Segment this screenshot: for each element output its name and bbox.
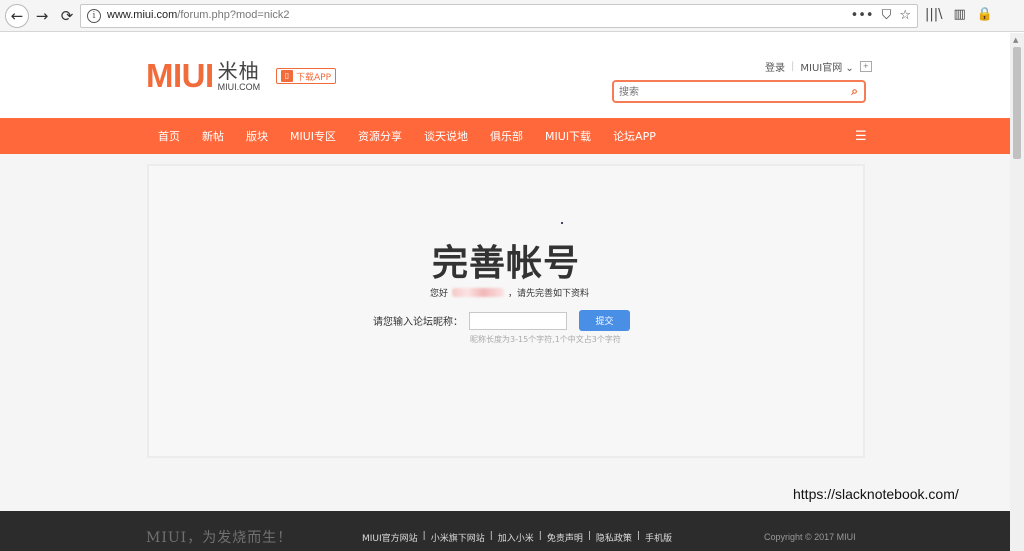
nav-item[interactable]: MIUI专区 (290, 128, 336, 144)
search-box: ⌕ (612, 80, 866, 103)
language-switch-icon[interactable]: + (859, 61, 872, 72)
nav-item[interactable]: 资源分享 (358, 128, 402, 144)
greeting-suffix: ，请先完善如下资料 (508, 289, 590, 299)
nickname-hint: 昵称长度为3-15个字符,1个中文占3个字符 (470, 335, 621, 344)
page-title: 完善帐号 (431, 243, 580, 284)
download-app-label: 下载APP (296, 72, 332, 83)
main-nav: 首页 新帖 版块 MIUI专区 资源分享 谈天说地 俱乐部 MIUI下载 论坛APP ☰ (0, 118, 1010, 154)
extension-lock-icon[interactable]: 🔒 (977, 7, 993, 22)
footer-link[interactable]: MIUI官方网站 (362, 531, 418, 544)
pocket-icon[interactable]: ⛉ (882, 8, 892, 23)
top-links: 登录 | MIUI官网 ⌄ + (765, 59, 872, 74)
info-icon[interactable]: i (87, 9, 101, 23)
search-input[interactable] (619, 84, 834, 100)
submit-button[interactable]: 提交 (579, 310, 630, 331)
nav-item[interactable]: 俱乐部 (490, 128, 523, 144)
vertical-scrollbar[interactable]: ▲ (1010, 33, 1024, 551)
scroll-thumb[interactable] (1013, 47, 1021, 159)
forward-button[interactable]: → (30, 4, 54, 28)
page-actions-icon[interactable]: ••• (851, 8, 874, 23)
address-bar[interactable]: i www.miui.com/forum.php?mod=nick2 ••• ⛉… (80, 4, 918, 28)
official-site-link[interactable]: MIUI官网 ⌄ (800, 59, 853, 74)
nickname-form: 请您输入论坛昵称： 提交 (373, 310, 630, 331)
copyright-text: Copyright © 2017 MIUI (764, 532, 856, 542)
login-link[interactable]: 登录 (765, 59, 785, 74)
footer-link[interactable]: 小米旗下网站 (431, 531, 485, 544)
greeting-prefix: 您好 (430, 289, 449, 299)
nav-item[interactable]: 新帖 (202, 128, 224, 144)
complete-account-card: 完善帐号 您好 ，请先完善如下资料 请您输入论坛昵称： 提交 昵称长度为3-15… (147, 164, 865, 458)
back-button[interactable]: ← (5, 4, 29, 28)
url-path: /forum.php?mod=nick2 (177, 9, 290, 21)
library-icon[interactable]: |||\ (925, 7, 943, 22)
footer-link[interactable]: 加入小米 (498, 531, 534, 544)
watermark-text: https://slacknotebook.com/ (793, 486, 959, 502)
footer-separator: | (489, 531, 493, 541)
page: MIUI 米柚 MIUI.COM ▯ 下载APP 登录 | MIUI官网 ⌄ +… (0, 33, 1010, 551)
footer: MIUI，为发烧而生！ MIUI官方网站 | 小米旗下网站 | 加入小米 | 免责声明 | 隐私… (0, 511, 1010, 551)
logo-miui-text: MIUI (146, 57, 214, 94)
footer-separator: | (636, 531, 640, 541)
logo-cn-text: 米柚 (217, 58, 260, 83)
url-host: www.miui.com (107, 9, 178, 21)
footer-link[interactable]: 隐私政策 (596, 531, 632, 544)
scroll-up-arrow-icon[interactable]: ▲ (1013, 36, 1018, 44)
nickname-input[interactable] (469, 311, 567, 330)
browser-toolbar: ← → ⟳ i www.miui.com/forum.php?mod=nick2… (0, 0, 1024, 32)
footer-links: MIUI官方网站 | 小米旗下网站 | 加入小米 | 免责声明 | 隐私政策 | 手机版 (362, 531, 677, 544)
redacted-username (452, 288, 505, 297)
decorative-dot (561, 222, 563, 224)
menu-icon[interactable]: ☰ (855, 129, 867, 144)
download-app-button[interactable]: ▯ 下载APP (276, 68, 337, 84)
search-icon[interactable]: ⌕ (851, 84, 858, 99)
footer-separator: | (538, 531, 542, 541)
nav-item[interactable]: 版块 (246, 128, 268, 144)
official-site-label: MIUI官网 (800, 63, 843, 74)
miui-logo[interactable]: MIUI 米柚 MIUI.COM (146, 57, 261, 94)
footer-separator: | (422, 531, 426, 541)
nickname-label: 请您输入论坛昵称： (373, 317, 463, 328)
nav-item[interactable]: 首页 (158, 128, 180, 144)
nav-item[interactable]: 论坛APP (613, 128, 656, 144)
bookmark-star-icon[interactable]: ☆ (899, 8, 911, 23)
divider: | (791, 61, 795, 72)
url-text[interactable]: www.miui.com/forum.php?mod=nick2 (107, 9, 290, 21)
phone-icon: ▯ (281, 70, 293, 82)
greeting-text: 您好 ，请先完善如下资料 (430, 286, 589, 299)
nav-item[interactable]: 谈天说地 (424, 128, 468, 144)
reload-button[interactable]: ⟳ (55, 4, 79, 28)
chevron-down-icon: ⌄ (845, 63, 854, 74)
nav-item[interactable]: MIUI下载 (545, 128, 591, 144)
logo-url-text: MIUI.COM (217, 81, 261, 92)
footer-link[interactable]: 免责声明 (547, 531, 583, 544)
content-area: 完善帐号 您好 ，请先完善如下资料 请您输入论坛昵称： 提交 昵称长度为3-15… (0, 154, 1010, 512)
footer-link[interactable]: 手机版 (645, 531, 672, 544)
sidebar-icon[interactable]: ▥ (954, 7, 966, 22)
footer-slogan: MIUI，为发烧而生！ (146, 530, 293, 546)
footer-separator: | (587, 531, 591, 541)
